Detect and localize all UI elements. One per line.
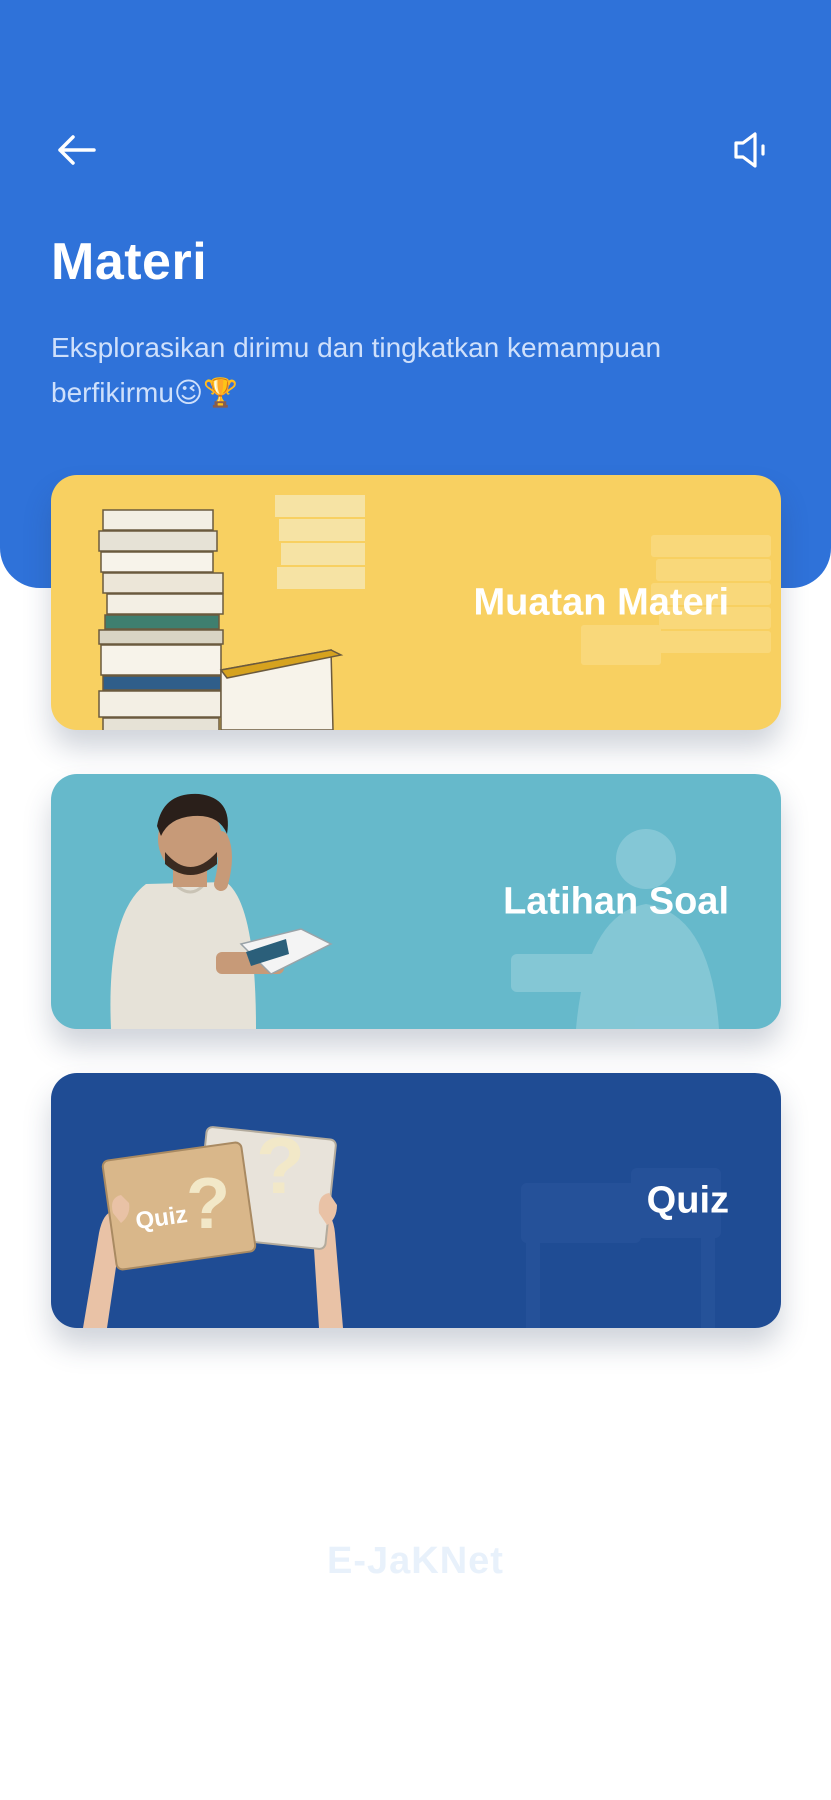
thinking-man-with-notebook-image: [110, 793, 333, 1029]
card-label-muatan-materi: Muatan Materi: [473, 581, 729, 623]
card-label-quiz: Quiz: [646, 1179, 729, 1221]
speaker-icon: [734, 132, 765, 168]
card-latihan-soal[interactable]: Latihan Soal: [51, 774, 781, 1029]
page-subtitle: Eksplorasikan dirimu dan tingkatkan kema…: [51, 332, 662, 408]
card-label-latihan-soal: Latihan Soal: [503, 880, 729, 922]
app-watermark: E-JaKNet: [327, 1540, 504, 1582]
svg-text:?: ?: [186, 1164, 230, 1244]
stack-of-books-image: [98, 495, 365, 730]
sound-button[interactable]: [720, 118, 784, 182]
card-muatan-materi[interactable]: Muatan Materi: [51, 475, 781, 730]
back-button[interactable]: [44, 118, 108, 182]
page-title: Materi: [51, 233, 208, 291]
hands-holding-quiz-cards-image: Quiz ? ?: [83, 1121, 343, 1328]
arrow-left-icon: [58, 135, 96, 165]
card-quiz[interactable]: Quiz ? ? Quiz: [51, 1073, 781, 1328]
svg-text:?: ?: [256, 1121, 305, 1210]
